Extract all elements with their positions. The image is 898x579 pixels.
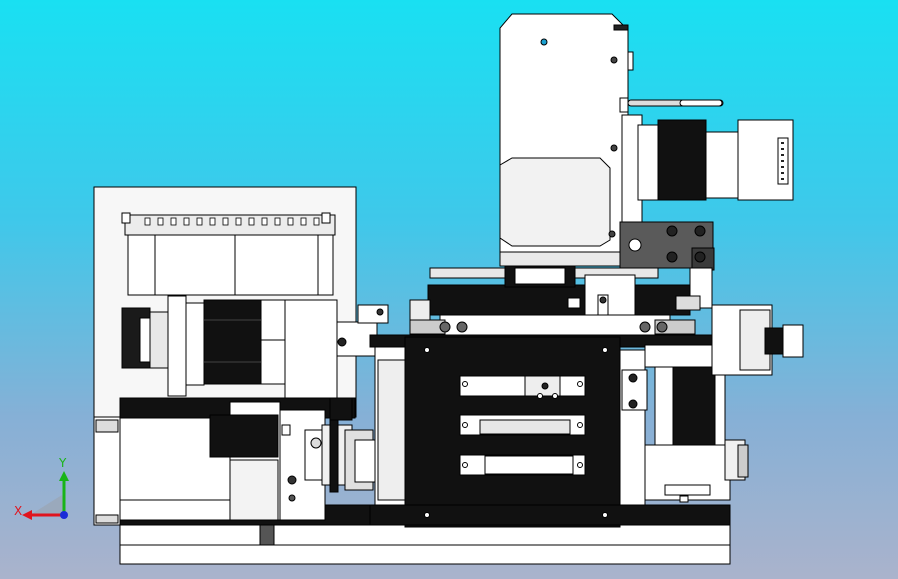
triad-y-arrow xyxy=(59,471,69,481)
triad-x-arrow xyxy=(22,510,32,520)
triad-base-shadow xyxy=(30,495,66,515)
assembly-model-view[interactable] xyxy=(0,0,898,579)
motor-mount-bracket[interactable] xyxy=(619,221,715,271)
stage-slots xyxy=(459,375,586,476)
triad-x-label: X xyxy=(14,504,22,518)
vertical-column-housing[interactable] xyxy=(499,13,634,267)
triad-z-origin xyxy=(60,511,68,519)
adjustment-lever[interactable] xyxy=(619,97,724,113)
triad-y-label: Y xyxy=(58,456,67,470)
graphics-viewport[interactable]: Y X xyxy=(0,0,898,579)
left-slotted-rail[interactable] xyxy=(121,212,336,296)
linear-guide-carriage[interactable] xyxy=(409,264,696,336)
coordinate-triad: Y X xyxy=(14,456,69,520)
